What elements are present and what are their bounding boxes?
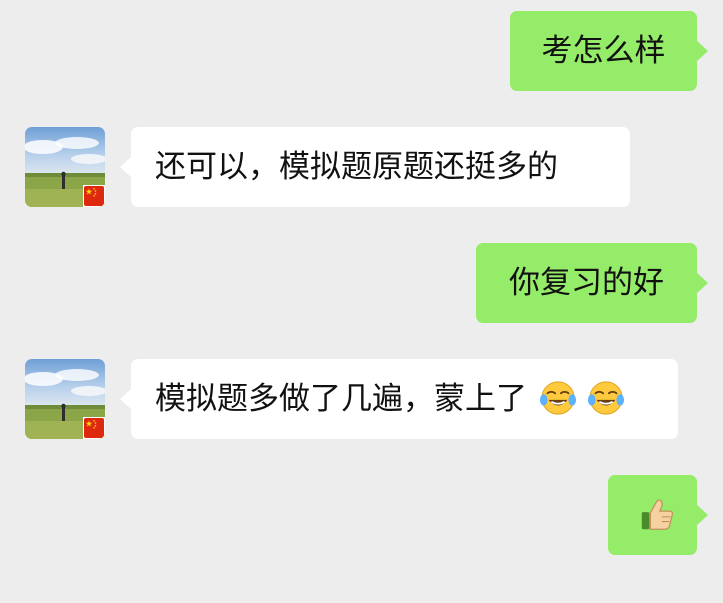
china-flag-icon <box>83 185 105 207</box>
bubble-tail <box>120 156 132 178</box>
message-text: 还可以，模拟题原题还挺多的 <box>155 149 558 185</box>
bubble-tail <box>696 272 708 294</box>
thumbs-up-icon <box>642 498 674 530</box>
message-bubble-incoming[interactable]: 模拟题多做了几遍，蒙上了 <box>120 359 678 439</box>
message-bubble-incoming[interactable]: 还可以，模拟题原题还挺多的 <box>120 127 630 207</box>
message-text: 考怎么样 <box>541 33 666 69</box>
contact-avatar[interactable] <box>25 127 105 207</box>
message-bubble-outgoing[interactable] <box>608 475 708 555</box>
message-text: 模拟题多做了几遍，蒙上了 <box>155 381 527 417</box>
message-text: 你复习的好 <box>509 265 664 301</box>
face-with-tears-of-joy-icon <box>539 380 576 415</box>
bubble-tail <box>696 40 708 62</box>
bubble-tail <box>120 388 132 410</box>
china-flag-icon <box>83 417 105 439</box>
bubble-tail <box>696 504 708 526</box>
contact-avatar[interactable] <box>25 359 105 439</box>
message-bubble-outgoing[interactable]: 你复习的好 <box>476 243 708 323</box>
message-bubble-outgoing[interactable]: 考怎么样 <box>510 11 708 91</box>
face-with-tears-of-joy-icon <box>587 380 624 415</box>
chat-history: 考怎么样 还可以，模拟题原题还挺多的 你复习的好 模拟题多做了几遍，蒙上了 <box>0 0 723 603</box>
